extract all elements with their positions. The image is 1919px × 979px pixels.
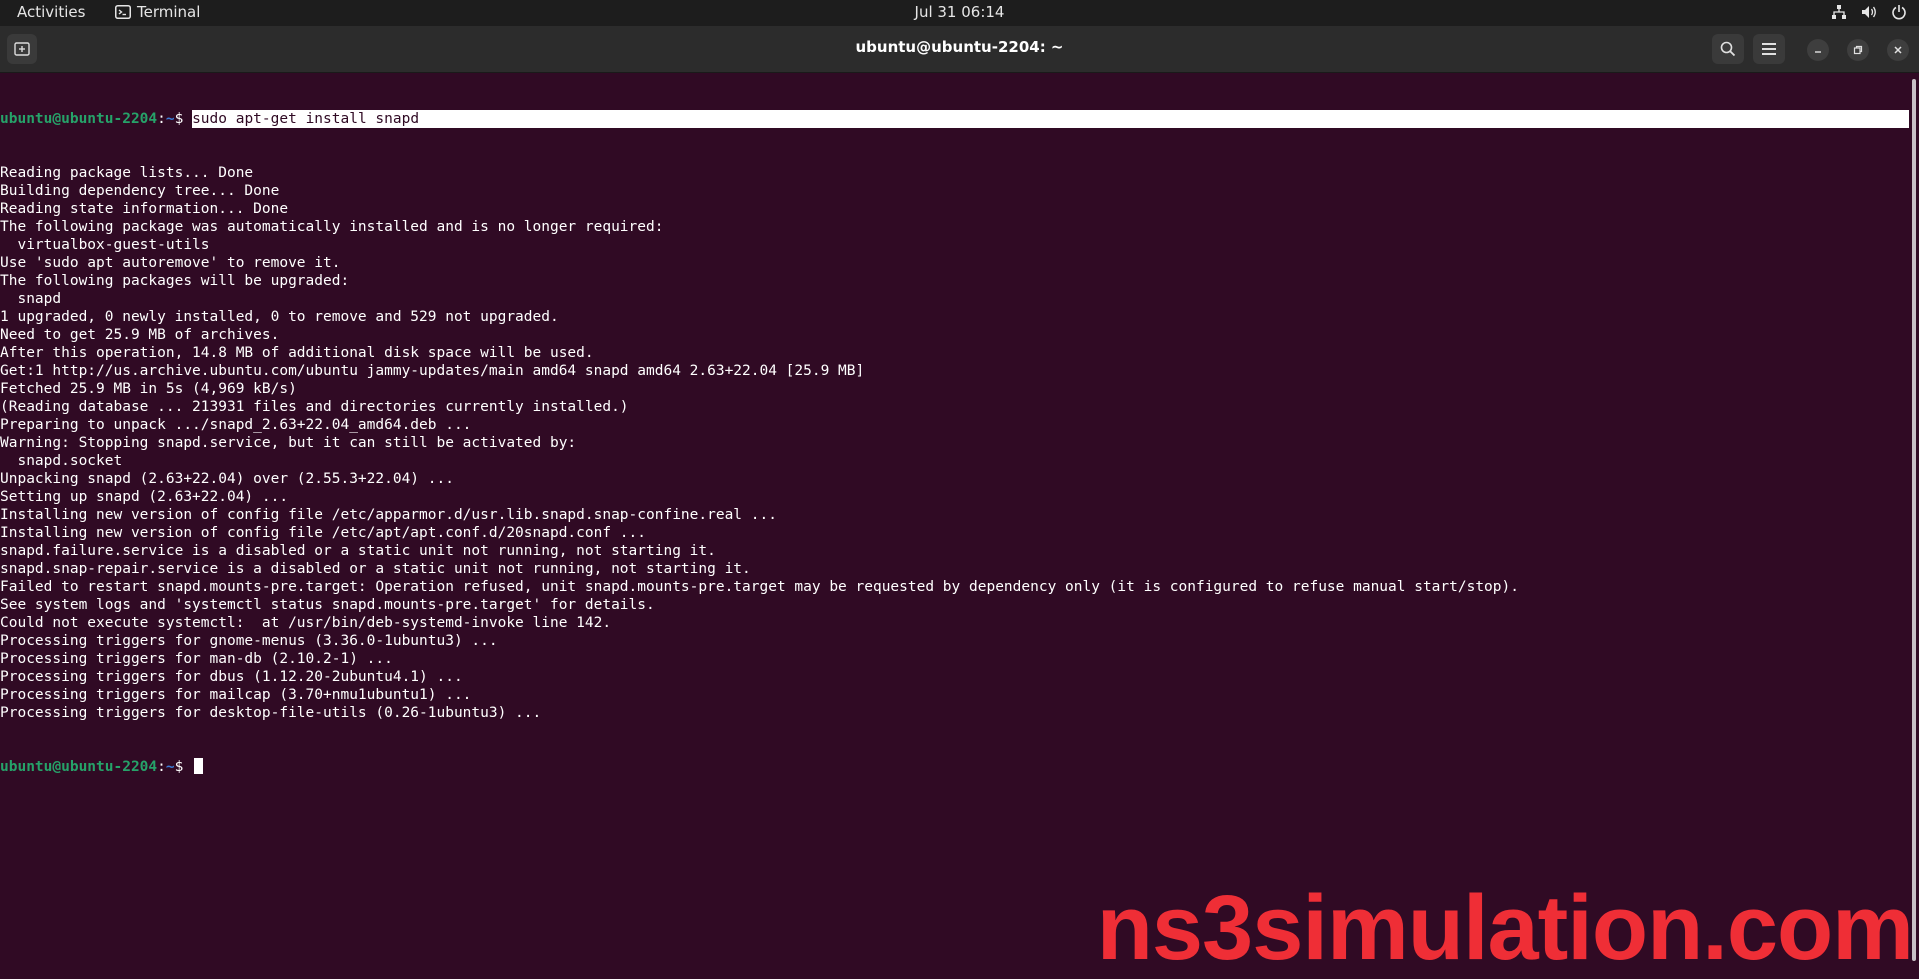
output-line: Unpacking snapd (2.63+22.04) over (2.55.… [0,471,454,487]
output-line: Warning: Stopping snapd.service, but it … [0,435,577,451]
output-line: Use 'sudo apt autoremove' to remove it. [0,255,341,271]
output-line: snapd.socket [0,453,123,469]
output-line: Installing new version of config file /e… [0,525,647,541]
output-line: Need to get 25.9 MB of archives. [0,327,280,343]
output-line: Setting up snapd (2.63+22.04) ... [0,489,289,505]
output-line: (Reading database ... 213931 files and d… [0,399,629,415]
menu-icon [1762,43,1776,55]
output-line: Processing triggers for dbus (1.12.20-2u… [0,669,463,685]
power-icon [1892,5,1906,20]
terminal-scrollbar[interactable] [1909,73,1919,968]
prompt-symbol: $ [174,111,193,127]
prompt-separator: : [157,759,166,775]
terminal-lines: ubuntu@ubuntu-2204:~$ sudo apt-get insta… [0,74,1909,812]
search-icon [1720,41,1736,57]
minimize-button[interactable] [1807,39,1829,61]
scrollbar-thumb[interactable] [1912,79,1916,961]
output-line: Processing triggers for desktop-file-uti… [0,705,542,721]
clock[interactable]: Jul 31 06:14 [915,3,1005,21]
output-line: Get:1 http://us.archive.ubuntu.com/ubunt… [0,363,865,379]
app-name: Terminal [137,3,201,21]
output-line: The following package was automatically … [0,219,664,235]
watermark-text: ns3simulation.com [1096,877,1914,979]
close-button[interactable] [1887,39,1909,61]
output-line: Processing triggers for mailcap (3.70+nm… [0,687,472,703]
app-menu-terminal[interactable]: Terminal [115,3,200,21]
terminal-icon [115,5,131,19]
output-line: Reading state information... Done [0,201,289,217]
output-line: After this operation, 14.8 MB of additio… [0,345,594,361]
terminal-header-bar: ubuntu@ubuntu-2204: ~ [0,26,1919,73]
output-line: 1 upgraded, 0 newly installed, 0 to remo… [0,309,559,325]
prompt-symbol: $ [174,759,193,775]
prompt-user: ubuntu@ubuntu-2204 [0,759,158,775]
terminal-output-area[interactable]: ubuntu@ubuntu-2204:~$ sudo apt-get insta… [0,73,1909,968]
window-title: ubuntu@ubuntu-2204: ~ [855,38,1064,56]
close-icon [1894,46,1902,54]
new-tab-icon [14,42,30,56]
new-tab-button[interactable] [7,34,37,64]
prompt-path: ~ [165,111,175,127]
search-button[interactable] [1712,34,1744,64]
restore-icon [1853,45,1863,55]
prompt-user: ubuntu@ubuntu-2204 [0,111,158,127]
gnome-top-bar: Activities Terminal Jul 31 06:14 [0,0,1919,26]
volume-icon [1862,6,1876,18]
command-output: Reading package lists... Done Building de… [0,164,1909,722]
output-line: snapd.failure.service is a disabled or a… [0,543,716,559]
output-line: Failed to restart snapd.mounts-pre.targe… [0,579,1519,595]
output-line: snapd.snap-repair.service is a disabled … [0,561,751,577]
output-line: virtualbox-guest-utils [0,237,210,253]
prompt-separator: : [157,111,166,127]
output-line: Processing triggers for gnome-menus (3.3… [0,633,498,649]
output-line: The following packages will be upgraded: [0,273,350,289]
prompt-line: ubuntu@ubuntu-2204:~$ sudo apt-get insta… [0,110,1909,128]
text-cursor [194,758,204,774]
prompt-line-current: ubuntu@ubuntu-2204:~$ [0,758,1909,776]
menu-button[interactable] [1753,34,1785,64]
output-line: Could not execute systemctl: at /usr/bin… [0,615,612,631]
output-line: snapd [0,291,62,307]
prompt-path: ~ [165,759,175,775]
output-line: Processing triggers for man-db (2.10.2-1… [0,651,393,667]
command-text[interactable]: sudo apt-get install snapd [192,110,1909,128]
output-line: Installing new version of config file /e… [0,507,777,523]
restore-button[interactable] [1847,39,1869,61]
output-line: Reading package lists... Done [0,165,254,181]
minimize-icon [1815,51,1821,53]
output-line: Fetched 25.9 MB in 5s (4,969 kB/s) [0,381,297,397]
activities-button[interactable]: Activities [17,3,85,21]
system-tray[interactable] [1831,4,1907,20]
output-line: Preparing to unpack .../snapd_2.63+22.04… [0,417,472,433]
output-line: Building dependency tree... Done [0,183,280,199]
output-line: See system logs and 'systemctl status sn… [0,597,655,613]
network-icon [1832,5,1846,19]
